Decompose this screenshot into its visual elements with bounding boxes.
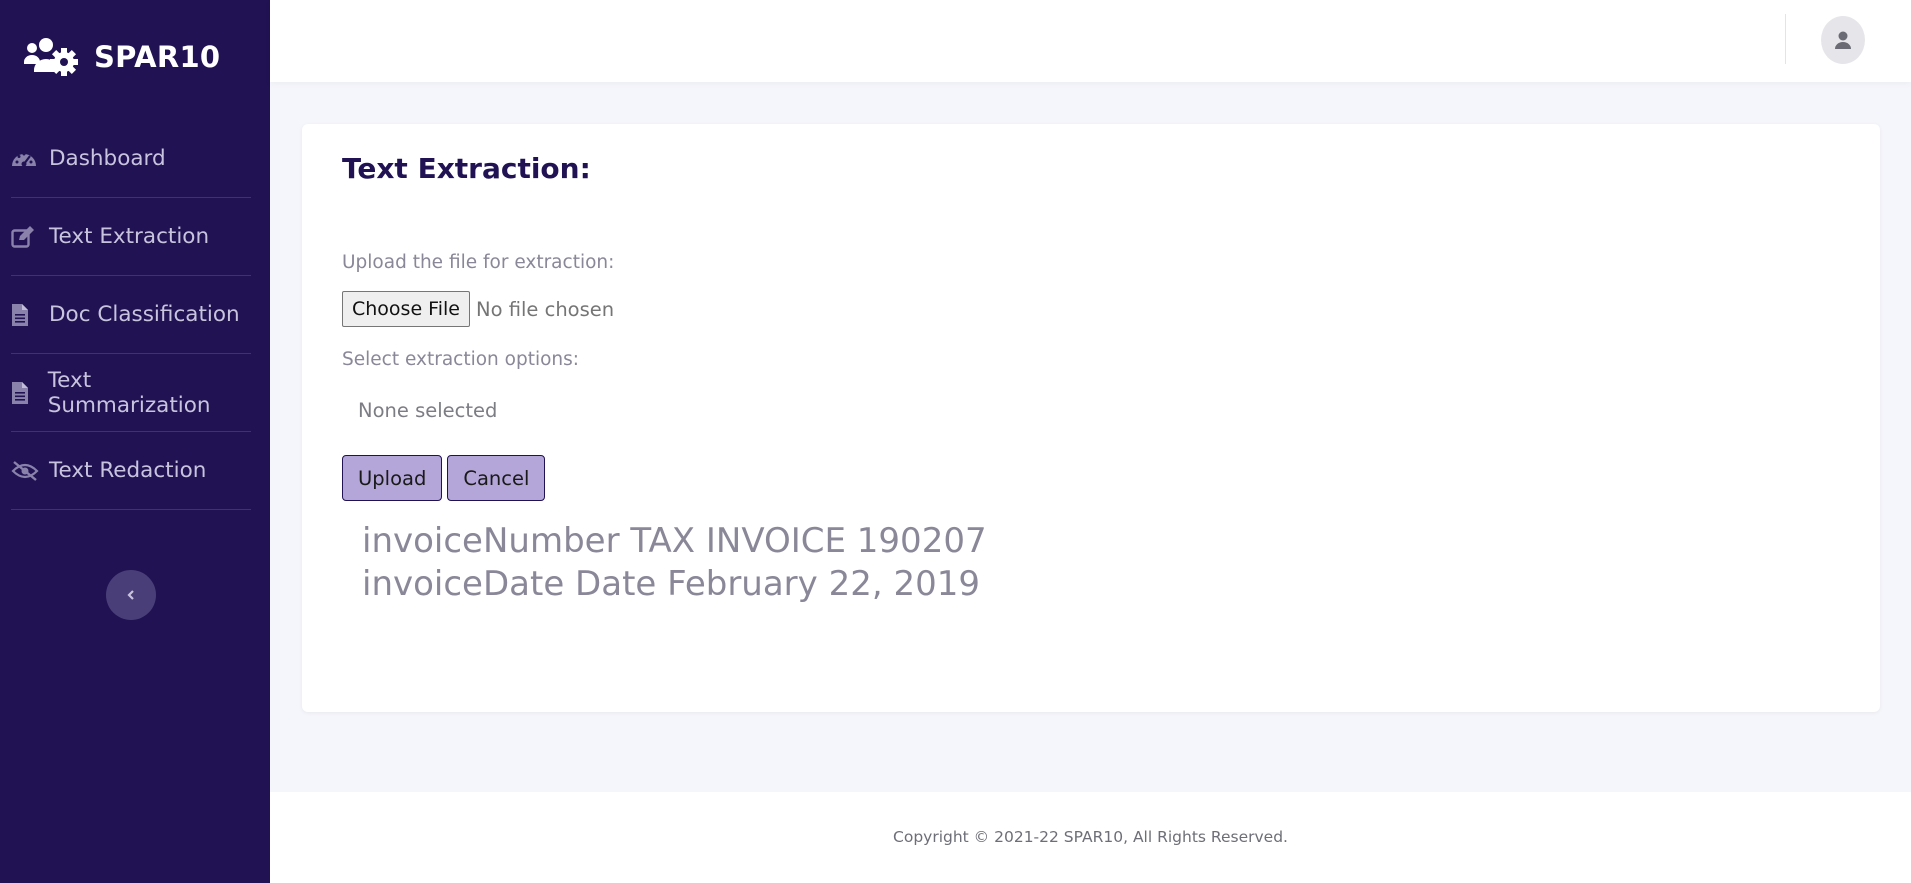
edit-icon	[11, 225, 39, 249]
sidebar-item-dashboard[interactable]: Dashboard	[11, 120, 251, 198]
users-gear-icon	[24, 38, 78, 76]
sidebar-item-text-extraction[interactable]: Text Extraction	[11, 198, 251, 276]
sidebar-item-label: Text Redaction	[49, 458, 207, 483]
upload-button[interactable]: Upload	[342, 455, 443, 501]
sidebar-item-label: Text Extraction	[49, 224, 210, 249]
topbar	[270, 0, 1911, 82]
select-value: None selected	[358, 398, 498, 422]
result-line: invoiceDate Date February 22, 2019	[362, 564, 980, 604]
text-extraction-card: Text Extraction: Upload the file for ext…	[302, 124, 1880, 712]
sidebar-collapse-button[interactable]	[106, 570, 156, 620]
brand[interactable]: SPAR10	[24, 36, 220, 78]
tachometer-icon	[11, 147, 39, 171]
copyright-text: Copyright © 2021-22 SPAR10, All Rights R…	[893, 828, 1288, 846]
sidebar-item-label: Doc Classification	[49, 302, 240, 327]
sidebar: SPAR10 Dashboard Text Extraction Doc Cla…	[0, 0, 270, 883]
choose-file-button[interactable]: Choose File	[342, 291, 470, 327]
footer: Copyright © 2021-22 SPAR10, All Rights R…	[270, 792, 1911, 883]
result-line: invoiceNumber TAX INVOICE 190207	[362, 521, 987, 561]
sidebar-item-text-redaction[interactable]: Text Redaction	[11, 432, 251, 510]
form-actions: Upload Cancel	[342, 455, 550, 501]
sidebar-item-doc-classification[interactable]: Doc Classification	[11, 276, 251, 354]
sidebar-item-label: Text Summarization	[47, 367, 211, 418]
topbar-divider	[1785, 14, 1786, 64]
options-label: Select extraction options:	[342, 349, 580, 370]
upload-label: Upload the file for extraction:	[342, 252, 615, 273]
file-status: No file chosen	[475, 297, 615, 321]
file-text-icon	[11, 381, 38, 405]
extraction-results: invoiceNumber TAX INVOICE 190207 invoice…	[362, 520, 987, 606]
brand-name: SPAR10	[94, 40, 221, 74]
file-text-icon	[11, 303, 39, 327]
sidebar-nav: Dashboard Text Extraction Doc Classifica…	[11, 120, 251, 510]
chevron-left-icon	[127, 590, 134, 600]
eye-slash-icon	[11, 459, 39, 483]
user-avatar-button[interactable]	[1821, 16, 1865, 64]
extraction-options-select[interactable]: None selected	[342, 390, 513, 430]
user-icon	[1835, 31, 1851, 49]
cancel-button[interactable]: Cancel	[447, 455, 546, 501]
sidebar-item-label: Dashboard	[49, 146, 166, 171]
file-input[interactable]: Choose File No file chosen	[342, 291, 614, 327]
page-title: Text Extraction:	[342, 152, 591, 185]
sidebar-item-text-summarization[interactable]: Text Summarization	[11, 354, 251, 432]
